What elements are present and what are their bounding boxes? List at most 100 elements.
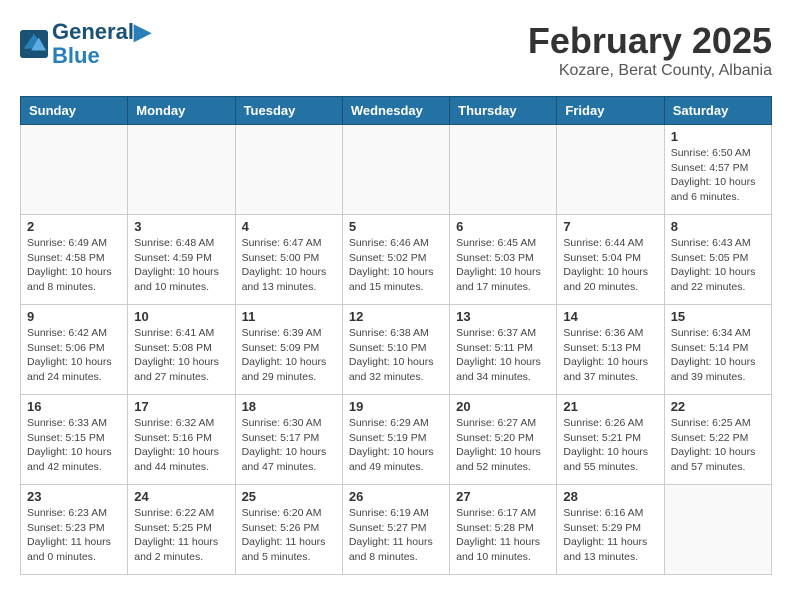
day-info: Sunrise: 6:47 AM Sunset: 5:00 PM Dayligh… (242, 236, 336, 295)
day-info: Sunrise: 6:49 AM Sunset: 4:58 PM Dayligh… (27, 236, 121, 295)
page-header: General▶ Blue February 2025 Kozare, Bera… (20, 20, 772, 80)
day-number: 8 (671, 219, 765, 234)
day-number: 10 (134, 309, 228, 324)
calendar-cell: 4 Sunrise: 6:47 AM Sunset: 5:00 PM Daylig… (235, 215, 342, 305)
day-info: Sunrise: 6:22 AM Sunset: 5:25 PM Dayligh… (134, 506, 228, 565)
calendar-cell: 13 Sunrise: 6:37 AM Sunset: 5:11 PM Dayli… (450, 305, 557, 395)
day-number: 28 (563, 489, 657, 504)
day-number: 27 (456, 489, 550, 504)
calendar-cell: 17 Sunrise: 6:32 AM Sunset: 5:16 PM Dayli… (128, 395, 235, 485)
weekday-header-friday: Friday (557, 97, 664, 125)
day-number: 19 (349, 399, 443, 414)
calendar-cell: 2 Sunrise: 6:49 AM Sunset: 4:58 PM Daylig… (21, 215, 128, 305)
day-info: Sunrise: 6:26 AM Sunset: 5:21 PM Dayligh… (563, 416, 657, 475)
day-info: Sunrise: 6:48 AM Sunset: 4:59 PM Dayligh… (134, 236, 228, 295)
calendar-cell: 24 Sunrise: 6:22 AM Sunset: 5:25 PM Dayli… (128, 485, 235, 575)
day-info: Sunrise: 6:38 AM Sunset: 5:10 PM Dayligh… (349, 326, 443, 385)
weekday-header-wednesday: Wednesday (342, 97, 449, 125)
day-number: 25 (242, 489, 336, 504)
logo-text: General▶ Blue (52, 20, 151, 68)
calendar-cell (342, 125, 449, 215)
day-number: 20 (456, 399, 550, 414)
day-number: 12 (349, 309, 443, 324)
day-info: Sunrise: 6:19 AM Sunset: 5:27 PM Dayligh… (349, 506, 443, 565)
calendar-week-1: 1Sunrise: 6:50 AM Sunset: 4:57 PM Daylig… (21, 125, 772, 215)
weekday-header-monday: Monday (128, 97, 235, 125)
day-number: 11 (242, 309, 336, 324)
day-info: Sunrise: 6:45 AM Sunset: 5:03 PM Dayligh… (456, 236, 550, 295)
calendar-cell: 22 Sunrise: 6:25 AM Sunset: 5:22 PM Dayli… (664, 395, 771, 485)
day-info: Sunrise: 6:29 AM Sunset: 5:19 PM Dayligh… (349, 416, 443, 475)
weekday-header-tuesday: Tuesday (235, 97, 342, 125)
calendar-cell (235, 125, 342, 215)
calendar-cell (450, 125, 557, 215)
calendar-cell (128, 125, 235, 215)
calendar-cell: 19 Sunrise: 6:29 AM Sunset: 5:19 PM Dayli… (342, 395, 449, 485)
weekday-header-saturday: Saturday (664, 97, 771, 125)
calendar-week-5: 23 Sunrise: 6:23 AM Sunset: 5:23 PM Dayli… (21, 485, 772, 575)
day-number: 18 (242, 399, 336, 414)
logo: General▶ Blue (20, 20, 151, 68)
day-info: Sunrise: 6:50 AM Sunset: 4:57 PM Dayligh… (671, 146, 765, 205)
calendar-cell: 8Sunrise: 6:43 AM Sunset: 5:05 PM Daylig… (664, 215, 771, 305)
day-info: Sunrise: 6:36 AM Sunset: 5:13 PM Dayligh… (563, 326, 657, 385)
calendar-cell: 7 Sunrise: 6:44 AM Sunset: 5:04 PM Daylig… (557, 215, 664, 305)
day-info: Sunrise: 6:33 AM Sunset: 5:15 PM Dayligh… (27, 416, 121, 475)
day-number: 14 (563, 309, 657, 324)
day-info: Sunrise: 6:20 AM Sunset: 5:26 PM Dayligh… (242, 506, 336, 565)
day-info: Sunrise: 6:16 AM Sunset: 5:29 PM Dayligh… (563, 506, 657, 565)
calendar-cell: 9 Sunrise: 6:42 AM Sunset: 5:06 PM Daylig… (21, 305, 128, 395)
calendar-cell: 1Sunrise: 6:50 AM Sunset: 4:57 PM Daylig… (664, 125, 771, 215)
calendar-cell: 3 Sunrise: 6:48 AM Sunset: 4:59 PM Daylig… (128, 215, 235, 305)
day-number: 6 (456, 219, 550, 234)
day-number: 9 (27, 309, 121, 324)
calendar-title: February 2025 (528, 20, 772, 62)
day-info: Sunrise: 6:23 AM Sunset: 5:23 PM Dayligh… (27, 506, 121, 565)
calendar-cell: 18Sunrise: 6:30 AM Sunset: 5:17 PM Dayli… (235, 395, 342, 485)
calendar-table: SundayMondayTuesdayWednesdayThursdayFrid… (20, 96, 772, 575)
day-info: Sunrise: 6:27 AM Sunset: 5:20 PM Dayligh… (456, 416, 550, 475)
day-info: Sunrise: 6:17 AM Sunset: 5:28 PM Dayligh… (456, 506, 550, 565)
calendar-cell: 5 Sunrise: 6:46 AM Sunset: 5:02 PM Daylig… (342, 215, 449, 305)
calendar-week-3: 9 Sunrise: 6:42 AM Sunset: 5:06 PM Daylig… (21, 305, 772, 395)
calendar-header-row: SundayMondayTuesdayWednesdayThursdayFrid… (21, 97, 772, 125)
calendar-subtitle: Kozare, Berat County, Albania (528, 62, 772, 80)
day-number: 26 (349, 489, 443, 504)
day-number: 5 (349, 219, 443, 234)
calendar-cell: 25 Sunrise: 6:20 AM Sunset: 5:26 PM Dayli… (235, 485, 342, 575)
day-info: Sunrise: 6:42 AM Sunset: 5:06 PM Dayligh… (27, 326, 121, 385)
calendar-cell: 21 Sunrise: 6:26 AM Sunset: 5:21 PM Dayli… (557, 395, 664, 485)
day-number: 4 (242, 219, 336, 234)
day-number: 24 (134, 489, 228, 504)
calendar-cell: 27 Sunrise: 6:17 AM Sunset: 5:28 PM Dayli… (450, 485, 557, 575)
day-number: 7 (563, 219, 657, 234)
calendar-cell: 16 Sunrise: 6:33 AM Sunset: 5:15 PM Dayli… (21, 395, 128, 485)
calendar-week-2: 2 Sunrise: 6:49 AM Sunset: 4:58 PM Daylig… (21, 215, 772, 305)
day-info: Sunrise: 6:44 AM Sunset: 5:04 PM Dayligh… (563, 236, 657, 295)
calendar-cell (21, 125, 128, 215)
calendar-cell: 14 Sunrise: 6:36 AM Sunset: 5:13 PM Dayli… (557, 305, 664, 395)
day-number: 3 (134, 219, 228, 234)
day-info: Sunrise: 6:34 AM Sunset: 5:14 PM Dayligh… (671, 326, 765, 385)
day-number: 23 (27, 489, 121, 504)
day-info: Sunrise: 6:41 AM Sunset: 5:08 PM Dayligh… (134, 326, 228, 385)
calendar-cell: 6 Sunrise: 6:45 AM Sunset: 5:03 PM Daylig… (450, 215, 557, 305)
logo-icon (20, 30, 48, 58)
calendar-cell: 26 Sunrise: 6:19 AM Sunset: 5:27 PM Dayli… (342, 485, 449, 575)
day-info: Sunrise: 6:32 AM Sunset: 5:16 PM Dayligh… (134, 416, 228, 475)
day-number: 2 (27, 219, 121, 234)
day-number: 16 (27, 399, 121, 414)
calendar-cell: 20 Sunrise: 6:27 AM Sunset: 5:20 PM Dayli… (450, 395, 557, 485)
day-info: Sunrise: 6:46 AM Sunset: 5:02 PM Dayligh… (349, 236, 443, 295)
calendar-cell: 28 Sunrise: 6:16 AM Sunset: 5:29 PM Dayli… (557, 485, 664, 575)
day-number: 15 (671, 309, 765, 324)
calendar-cell: 10 Sunrise: 6:41 AM Sunset: 5:08 PM Dayli… (128, 305, 235, 395)
day-info: Sunrise: 6:25 AM Sunset: 5:22 PM Dayligh… (671, 416, 765, 475)
day-number: 21 (563, 399, 657, 414)
day-number: 13 (456, 309, 550, 324)
day-info: Sunrise: 6:37 AM Sunset: 5:11 PM Dayligh… (456, 326, 550, 385)
calendar-cell (557, 125, 664, 215)
calendar-cell: 15 Sunrise: 6:34 AM Sunset: 5:14 PM Dayli… (664, 305, 771, 395)
day-number: 22 (671, 399, 765, 414)
day-number: 17 (134, 399, 228, 414)
